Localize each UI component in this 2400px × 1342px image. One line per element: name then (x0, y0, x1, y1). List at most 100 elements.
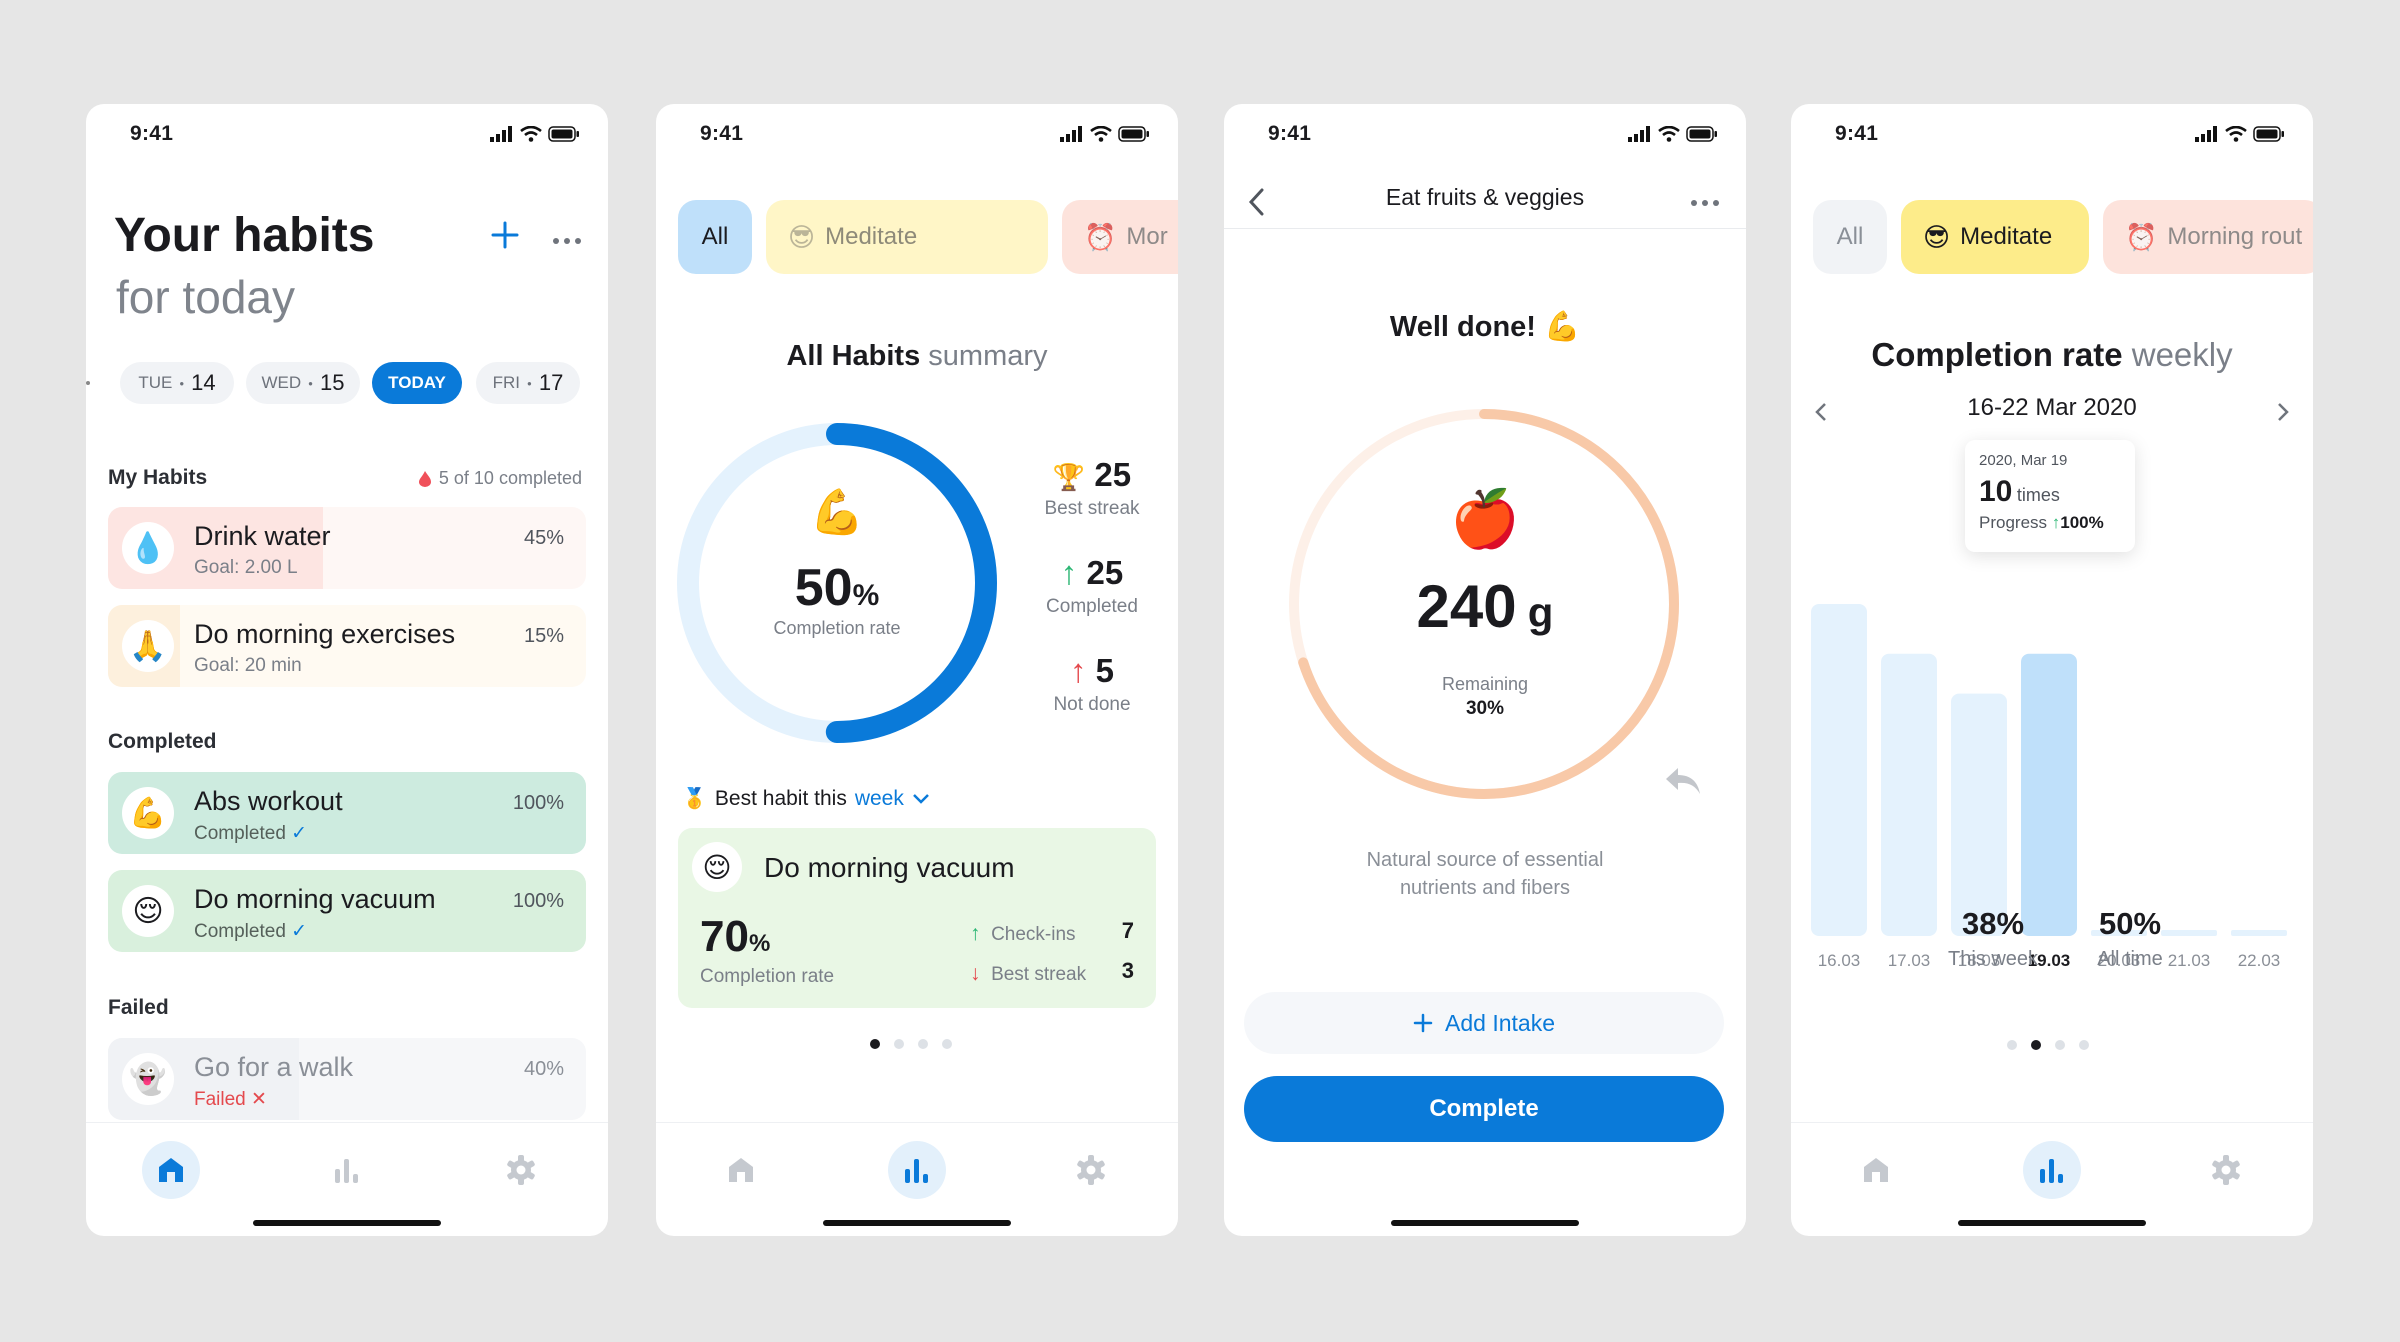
system-icons (1628, 126, 1718, 142)
bar-22.03[interactable] (2231, 930, 2287, 936)
tab-label: Mor (1126, 223, 1168, 250)
screen-title: Eat fruits & veggies (1385, 184, 1585, 210)
tooltip-progress-label: Progress (1979, 513, 2048, 532)
page-dot[interactable] (2079, 1040, 2089, 1050)
home-icon (159, 1158, 183, 1182)
more-options-button[interactable] (1690, 194, 1720, 212)
week-range: 16-22 Mar 2020 (1967, 394, 2137, 421)
completed-counter-text: 5 of 10 completed (438, 468, 582, 488)
signal-icon (2195, 126, 2217, 142)
habit-percent: 45% (523, 527, 564, 549)
nav-home[interactable] (142, 1141, 200, 1199)
signal-icon (490, 126, 512, 142)
habit-name: Abs workout (194, 786, 343, 816)
habit-status: Failed ✕ (194, 1088, 267, 1111)
sunglasses-face-icon: 😎 (788, 221, 816, 252)
status-bar: 9:41 (1224, 104, 1746, 164)
habit-card-abs-workout[interactable]: 💪 Abs workout Completed ✓ 100% (108, 772, 586, 854)
relieved-face-icon: 😌 (692, 842, 742, 892)
page-dot[interactable] (2031, 1040, 2041, 1050)
habit-card-morning-exercises[interactable]: 🙏 Do morning exercises Goal: 20 min 15% (108, 605, 586, 687)
home-indicator (1958, 1220, 2146, 1226)
bar-16.03[interactable] (1811, 604, 1867, 936)
battery-icon (1118, 126, 1149, 142)
habit-status-text: Failed (194, 1089, 246, 1110)
day-number: 14 (191, 370, 216, 395)
bar-19.03[interactable] (2021, 653, 2077, 936)
tab-all[interactable]: All (1813, 200, 1887, 274)
habit-card-go-for-walk[interactable]: 👻 Go for a walk Failed ✕ 40% (108, 1038, 586, 1120)
status-bar: 9:41 (656, 104, 1178, 164)
home-indicator (253, 1220, 441, 1226)
tab-label: Meditate (1960, 223, 2053, 250)
nav-home[interactable] (1847, 1141, 1905, 1199)
page-dot[interactable] (894, 1039, 904, 1049)
tab-all[interactable]: All (678, 200, 752, 274)
bottom-nav (1791, 1122, 2313, 1236)
page-dot[interactable] (2007, 1040, 2017, 1050)
add-habit-button[interactable] (490, 220, 520, 255)
nav-stats[interactable] (2023, 1141, 2081, 1199)
day-chip-wed[interactable]: WED ● 15 (246, 362, 360, 404)
day-chip-today[interactable]: TODAY (372, 362, 462, 404)
arrow-up-red-icon: ↑ (1069, 652, 1087, 689)
stat-completed: ↑ 25 Completed (1018, 554, 1166, 618)
gear-icon (2212, 1155, 2240, 1185)
signal-icon (1628, 126, 1650, 142)
page-dot[interactable] (2055, 1040, 2065, 1050)
chart-tooltip: 2020, Mar 19 10 times Progress ↑100% (1965, 440, 2135, 552)
day-chip-fri[interactable]: FRI ● 17 (476, 362, 580, 404)
tab-meditate[interactable]: 😎 Meditate (1901, 200, 2089, 274)
stat-value: 50% (2098, 906, 2162, 941)
summary-title: All Habits summary (656, 340, 1178, 373)
habit-detail-screen: 9:41 Eat fruits & veggies Well done! 💪 🍎… (1224, 104, 1746, 1236)
tab-meditate[interactable]: 😎 Meditate (766, 200, 1048, 274)
habit-card-morning-vacuum[interactable]: 😌 Do morning vacuum Completed ✓ 100% (108, 870, 586, 952)
bar-18.03[interactable] (1951, 693, 2007, 936)
complete-button[interactable]: Complete (1244, 1076, 1724, 1142)
chart-title-main: Completion rate (1871, 336, 2123, 373)
page-dot[interactable] (918, 1039, 928, 1049)
habit-name: Go for a walk (194, 1052, 354, 1082)
page-indicator (2007, 1040, 2089, 1050)
best-habit-card[interactable]: 😌 Do morning vacuum 70% Completion rate … (678, 828, 1156, 1008)
more-options-button[interactable] (552, 232, 582, 250)
nav-settings[interactable] (2197, 1141, 2255, 1199)
summary-title-main: All Habits (786, 340, 921, 372)
well-done-text: Well done! (1389, 311, 1536, 343)
undo-button[interactable] (1664, 766, 1702, 801)
nav-settings[interactable] (492, 1141, 550, 1199)
intake-unit: g (1527, 589, 1554, 636)
nav-stats[interactable] (318, 1141, 376, 1199)
system-icons (2195, 126, 2285, 142)
nav-settings[interactable] (1062, 1141, 1120, 1199)
alarm-clock-icon: ⏰ (1084, 221, 1117, 252)
page-dot[interactable] (870, 1039, 880, 1049)
best-habit-prefix: Best habit this (714, 786, 847, 810)
cross-icon: ✕ (251, 1089, 267, 1110)
trophy-icon: 🏆 (1052, 462, 1086, 492)
more-dots-icon (553, 238, 581, 244)
tab-morning-routine[interactable]: ⏰ Morning rout (2103, 200, 2313, 274)
habit-card-drink-water[interactable]: 💧 Drink water Goal: 2.00 L 45% (108, 507, 586, 589)
remaining-label: Remaining (1441, 674, 1529, 694)
my-habits-header: My Habits (108, 466, 208, 489)
habit-name: Do morning exercises (194, 619, 456, 649)
habit-status-text: Completed (194, 921, 286, 942)
best-habit-header[interactable]: 🥇 Best habit this week (682, 786, 930, 811)
nav-stats[interactable] (888, 1141, 946, 1199)
next-week-button[interactable] (2265, 392, 2289, 432)
nav-home[interactable] (712, 1141, 770, 1199)
add-intake-button[interactable]: Add Intake (1244, 992, 1724, 1054)
bar-17.03[interactable] (1881, 653, 1937, 936)
status-time: 9:41 (1268, 122, 1312, 145)
habit-percent: 40% (523, 1058, 564, 1080)
gear-icon (507, 1155, 535, 1185)
arrow-up-icon: ↑ (2051, 513, 2061, 532)
day-chip-tue[interactable]: TUE ● 14 (120, 362, 234, 404)
page-dot[interactable] (942, 1039, 952, 1049)
tab-morning[interactable]: ⏰ Mor (1062, 200, 1178, 274)
habit-name: Drink water (194, 521, 331, 551)
battery-icon (548, 126, 579, 142)
home-icon (1864, 1158, 1888, 1182)
